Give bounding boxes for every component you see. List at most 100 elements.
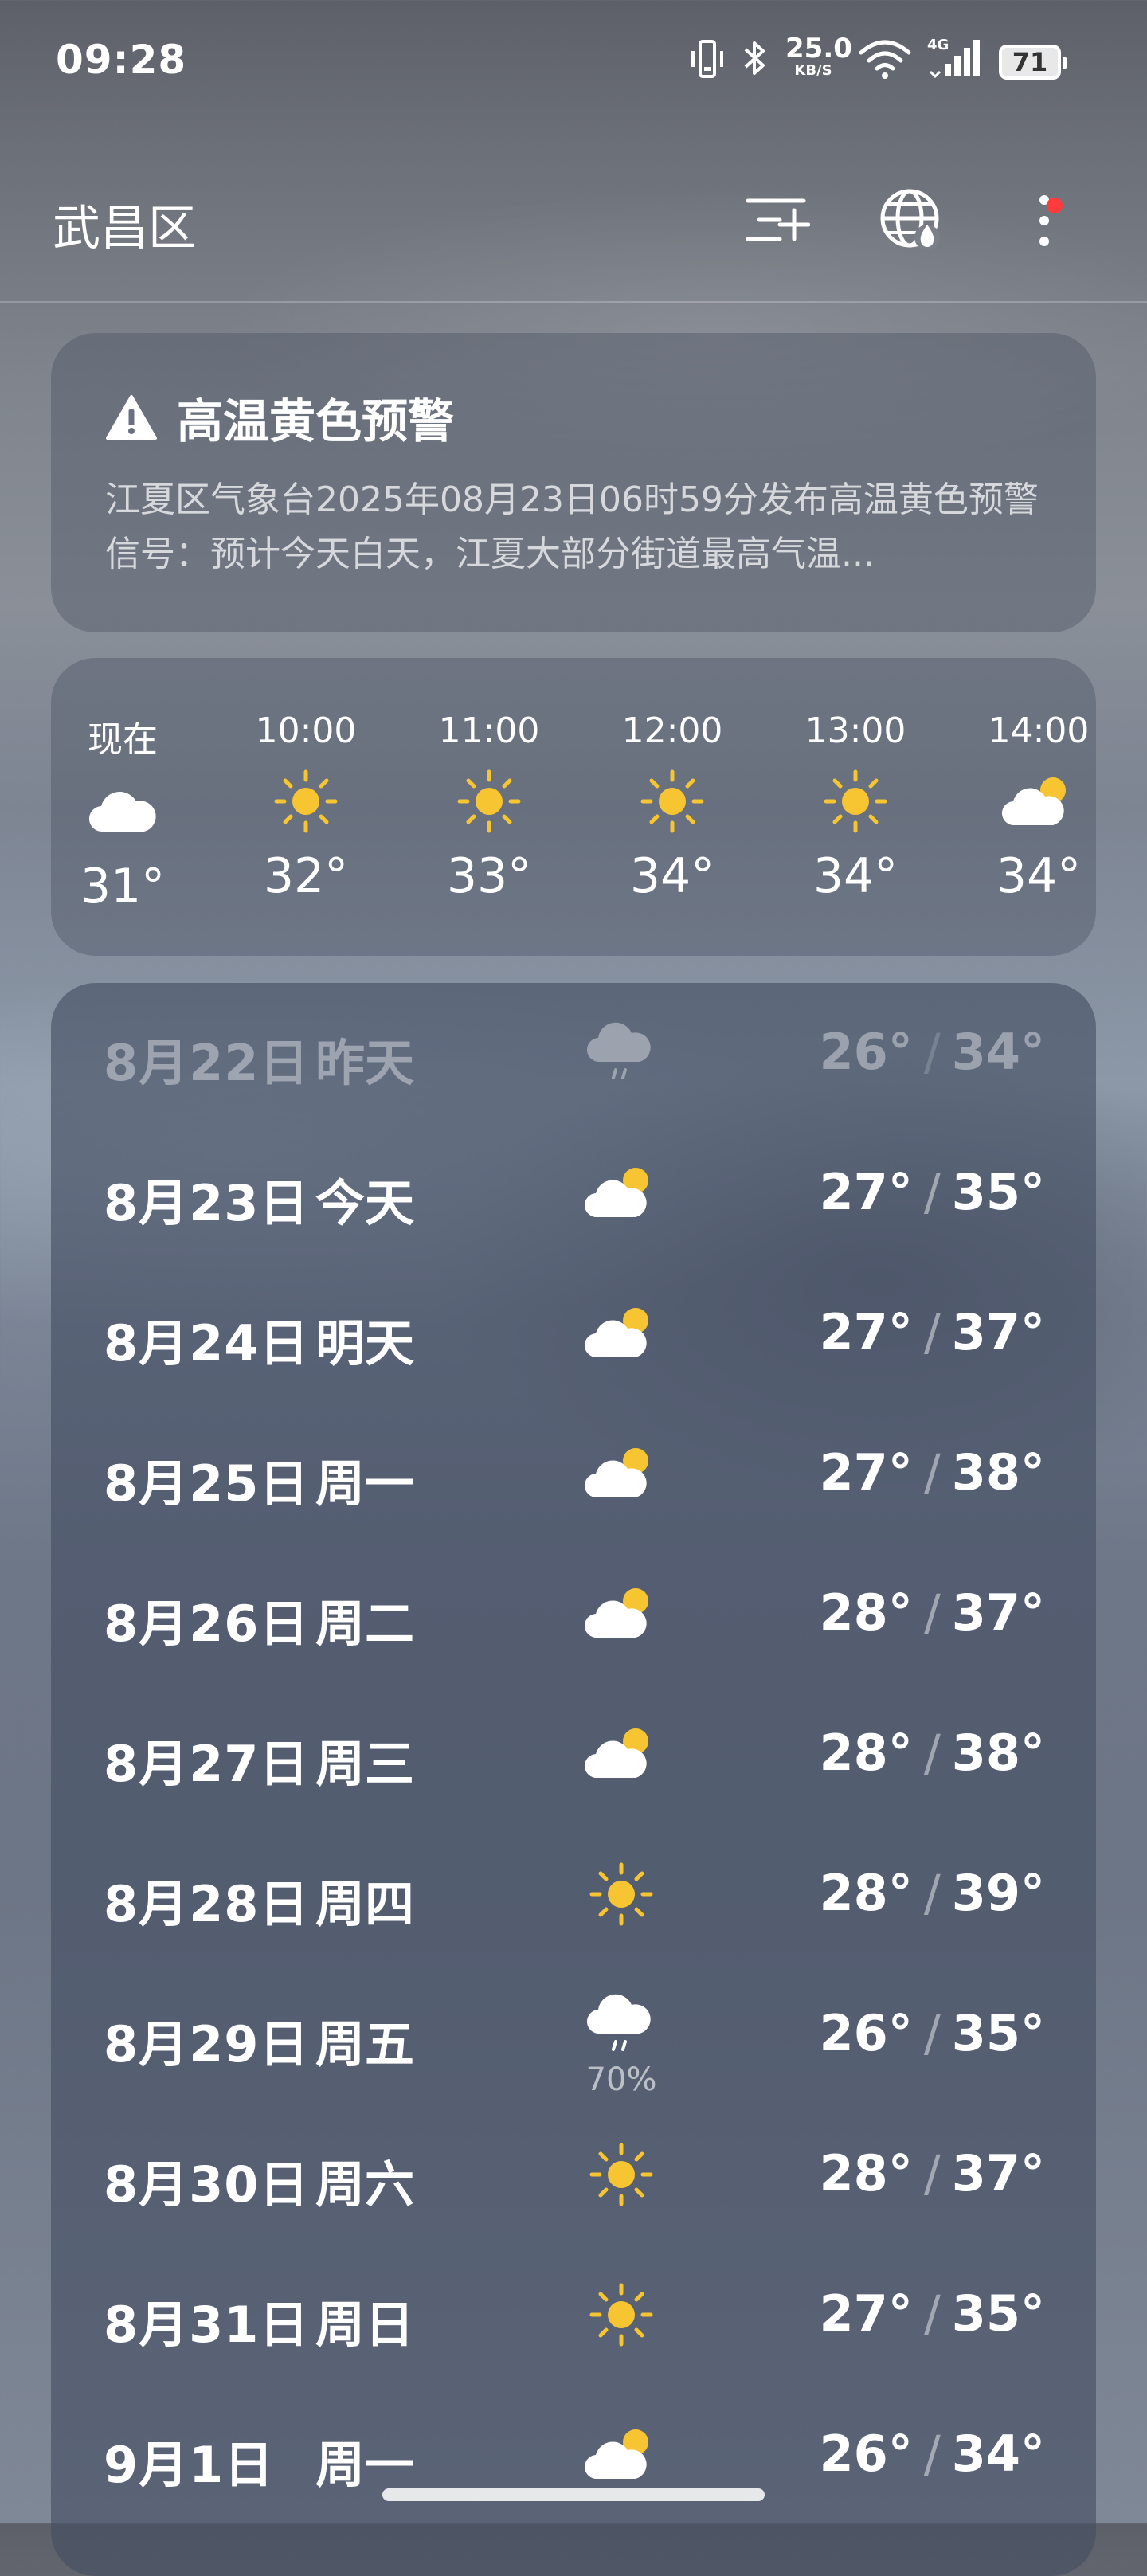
vibrate-icon [688, 35, 726, 83]
daily-row[interactable]: 8月31日 周日 27°/35° [51, 2245, 1096, 2385]
daily-forecast[interactable]: 8月22日 昨天 26°/34° 8月23日 今天 27°/35° 8月24日 … [51, 983, 1096, 2576]
hourly-item: 14:00 34° [967, 711, 1096, 904]
status-time: 09:28 [56, 37, 187, 83]
daily-row[interactable]: 8月22日 昨天 26°/34° [51, 983, 1096, 1123]
daily-row[interactable]: 8月26日 周二 28°/37° [51, 1544, 1096, 1684]
hourly-item: 11:00 33° [417, 711, 561, 904]
daily-temps: 28°/37° [819, 2144, 1045, 2202]
hourly-item: 13:00 34° [784, 711, 927, 904]
daily-high: 37° [951, 1584, 1045, 1642]
net-speed-unit: KB/S [794, 62, 832, 79]
hourly-temp: 34° [996, 848, 1082, 904]
daily-date: 8月30日 [104, 2155, 310, 2214]
partly-cloudy-icon [581, 1716, 661, 1792]
daily-row[interactable]: 8月24日 明天 27°/37° [51, 1263, 1096, 1403]
daily-date: 8月31日 [104, 2296, 310, 2354]
daily-temps: 27°/35° [819, 1163, 1045, 1221]
city-name[interactable]: 武昌区 [53, 190, 196, 259]
hourly-temp: 33° [446, 848, 532, 904]
hourly-time: 现在 [88, 719, 158, 760]
battery-icon: 71 [999, 45, 1067, 80]
hourly-item: 10:00 32° [234, 711, 378, 904]
daily-date: 8月23日 [104, 1174, 310, 1232]
daily-row[interactable]: 8月27日 周三 28°/38° [51, 1684, 1096, 1824]
daily-row[interactable]: 8月29日 周五 70% 26°/35° [51, 1964, 1096, 2104]
daily-date: 8月25日 [104, 1454, 310, 1513]
partly-cloudy-icon [967, 765, 1096, 837]
daily-high: 34° [951, 2425, 1045, 2483]
daily-low: 28° [819, 2144, 913, 2202]
daily-day: 周三 [315, 1735, 415, 1793]
alert-title-row: 高温黄色预警 [105, 384, 1042, 451]
daily-low: 28° [819, 1584, 913, 1642]
weather-alert-card[interactable]: 高温黄色预警 江夏区气象台2025年08月23日06时59分发布高温黄色预警信号… [51, 333, 1096, 632]
daily-low: 27° [819, 2284, 913, 2343]
daily-date: 8月28日 [104, 1875, 310, 1933]
daily-row[interactable]: 9月1日 周一 26°/34° [51, 2385, 1096, 2525]
add-city-icon [746, 198, 810, 241]
daily-date: 8月22日 [104, 1034, 310, 1092]
daily-temps: 28°/37° [819, 1584, 1045, 1642]
daily-low: 28° [819, 1724, 913, 1782]
daily-day: 周一 [315, 2436, 415, 2494]
daily-low: 26° [819, 2425, 913, 2483]
daily-temps: 28°/39° [819, 1864, 1045, 1922]
battery-level: 71 [1012, 47, 1048, 77]
daily-day: 周五 [315, 2015, 415, 2073]
daily-temps: 26°/34° [819, 2425, 1045, 2483]
daily-high: 38° [951, 1724, 1045, 1782]
daily-day: 周二 [315, 1595, 415, 1653]
daily-high: 34° [951, 1023, 1045, 1081]
daily-date: 8月26日 [104, 1595, 310, 1653]
rain-icon [581, 1987, 661, 2063]
hourly-time: 13:00 [804, 711, 906, 751]
hourly-forecast[interactable]: 现在 31° 10:00 32° 11:00 33° 12:00 34° 13:… [51, 658, 1096, 956]
status-bar: 09:28 25.0 KB/S 4G 71 [0, 0, 1147, 127]
add-city-button[interactable] [741, 185, 812, 256]
daily-temps: 27°/38° [819, 1443, 1045, 1501]
daily-row[interactable]: 8月28日 周四 28°/39° [51, 1824, 1096, 1964]
daily-low: 27° [819, 1163, 913, 1221]
cloudy-icon [51, 776, 194, 848]
daily-date: 8月27日 [104, 1735, 310, 1793]
net-speed-value: 25.0 [785, 33, 852, 65]
daily-row[interactable]: 8月25日 周一 27°/38° [51, 1403, 1096, 1544]
sunny-icon [581, 1856, 661, 1932]
partly-cloudy-icon [581, 1435, 661, 1512]
daily-low: 26° [819, 1023, 913, 1081]
daily-day: 明天 [315, 1314, 415, 1372]
daily-date: 8月29日 [104, 2015, 310, 2073]
daily-low: 26° [819, 2004, 913, 2062]
daily-day: 昨天 [315, 1034, 415, 1092]
daily-high: 37° [951, 2144, 1045, 2202]
hourly-time: 11:00 [438, 711, 540, 751]
daily-row[interactable]: 8月23日 今天 27°/35° [51, 1123, 1096, 1263]
globe-icon [880, 189, 940, 250]
globe-button[interactable] [876, 185, 948, 256]
sunny-icon [581, 2136, 661, 2213]
daily-high: 35° [951, 2284, 1045, 2343]
hourly-temp: 34° [812, 848, 898, 904]
daily-high: 35° [951, 1163, 1045, 1221]
daily-high: 35° [951, 2004, 1045, 2062]
alert-title: 高温黄色预警 [177, 394, 455, 448]
home-indicator[interactable] [382, 2488, 765, 2501]
precip-probability: 70% [585, 2061, 657, 2098]
more-button[interactable] [1008, 185, 1080, 256]
daily-high: 38° [951, 1443, 1045, 1501]
daily-row[interactable]: 8月30日 周六 28°/37° [51, 2104, 1096, 2245]
daily-high: 37° [951, 1303, 1045, 1361]
hourly-item: 12:00 34° [601, 711, 744, 904]
hourly-item: 现在 31° [51, 711, 194, 914]
net-speed: 25.0 KB/S [785, 33, 852, 79]
daily-temps: 26°/34° [819, 1023, 1045, 1081]
partly-cloudy-icon [581, 2417, 661, 2493]
sunny-icon [234, 765, 378, 837]
network-type: 4G [927, 37, 949, 53]
daily-temps: 27°/37° [819, 1303, 1045, 1361]
daily-day: 今天 [315, 1174, 415, 1232]
daily-low: 27° [819, 1303, 913, 1361]
notification-dot [1047, 198, 1063, 213]
daily-high: 39° [951, 1864, 1045, 1922]
daily-temps: 27°/35° [819, 2284, 1045, 2343]
